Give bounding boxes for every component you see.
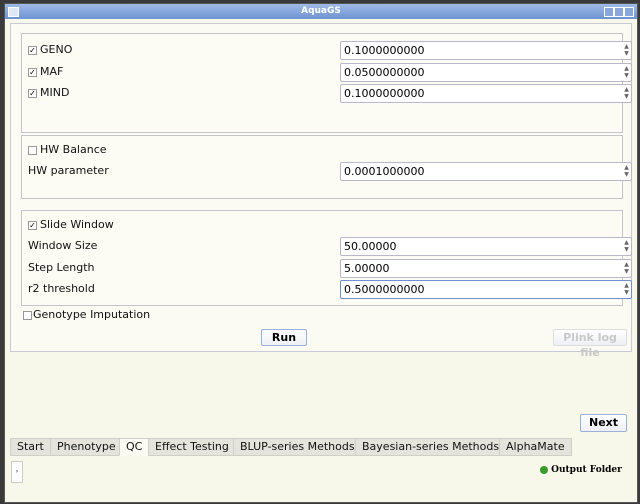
- green-arrow-icon: [540, 465, 548, 474]
- next-button[interactable]: Next: [580, 414, 627, 432]
- window-size-value: 50.00000: [344, 240, 397, 253]
- expand-panel-button[interactable]: ›: [11, 461, 23, 483]
- r2-threshold-spinbox[interactable]: 0.5000000000 ▲ ▼: [340, 280, 632, 299]
- genotype-imputation-label: Genotype Imputation: [33, 308, 151, 321]
- mind-spinbox[interactable]: 0.1000000000 ▲ ▼: [340, 84, 632, 103]
- genotype-imputation-checkbox[interactable]: [23, 311, 32, 320]
- hw-parameter-spinbox[interactable]: 0.0001000000 ▲ ▼: [340, 162, 632, 181]
- title-bar: AquaGS: [5, 4, 637, 19]
- tab-phenotype[interactable]: Phenotype: [50, 438, 123, 456]
- hw-parameter-value: 0.0001000000: [344, 165, 425, 178]
- close-button[interactable]: [624, 7, 634, 17]
- spin-arrows-icon[interactable]: ▲ ▼: [623, 43, 630, 58]
- plink-log-button[interactable]: Plink log file: [553, 329, 627, 359]
- window-size-spinbox[interactable]: 50.00000 ▲ ▼: [340, 237, 632, 256]
- r2-threshold-value: 0.5000000000: [344, 283, 425, 296]
- maf-value: 0.0500000000: [344, 66, 425, 79]
- filter-group: ✓ GENO 0.1000000000 ▲ ▼ ✓ MAF 0.0500000000…: [21, 33, 632, 133]
- mind-label: MIND: [40, 86, 70, 99]
- tab-alphamate[interactable]: AlphaMate: [499, 438, 572, 456]
- window-menu-icon[interactable]: [8, 7, 19, 17]
- output-folder-button[interactable]: Output Folder: [540, 465, 622, 475]
- mind-value: 0.1000000000: [344, 87, 425, 100]
- spin-arrows-icon[interactable]: ▲ ▼: [623, 282, 630, 297]
- geno-spinbox[interactable]: 0.1000000000 ▲ ▼: [340, 41, 632, 60]
- hw-parameter-label: HW parameter: [28, 164, 109, 177]
- geno-value: 0.1000000000: [344, 44, 425, 57]
- step-length-spinbox[interactable]: 5.00000 ▲ ▼: [340, 259, 632, 278]
- step-length-value: 5.00000: [344, 262, 390, 275]
- spin-arrows-icon[interactable]: ▲ ▼: [623, 86, 630, 101]
- spin-arrows-icon[interactable]: ▲ ▼: [623, 164, 630, 179]
- geno-checkbox[interactable]: ✓: [28, 46, 37, 55]
- tab-bayesian-series-methods[interactable]: Bayesian-series Methods: [355, 438, 507, 456]
- minimize-button[interactable]: [604, 7, 614, 17]
- tab-blup-series-methods[interactable]: BLUP-series Methods: [233, 438, 362, 456]
- hw-balance-checkbox[interactable]: [28, 146, 37, 155]
- maximize-button[interactable]: [614, 7, 624, 17]
- window-size-label: Window Size: [28, 239, 98, 252]
- mind-checkbox[interactable]: ✓: [28, 89, 37, 98]
- maf-label: MAF: [40, 65, 64, 78]
- slide-window-group: ✓ Slide Window Window Size 50.00000 ▲ ▼ St…: [21, 210, 632, 306]
- slide-window-checkbox[interactable]: ✓: [28, 221, 37, 230]
- main-window: AquaGS ✓ GENO 0.1000000000 ▲ ▼ ✓ MAF 0.050…: [4, 3, 638, 503]
- tab-start[interactable]: Start: [10, 438, 51, 456]
- tab-effect-testing[interactable]: Effect Testing: [148, 438, 236, 456]
- window-title: AquaGS: [301, 6, 341, 16]
- hw-balance-label: HW Balance: [40, 143, 107, 156]
- geno-label: GENO: [40, 43, 73, 56]
- maf-spinbox[interactable]: 0.0500000000 ▲ ▼: [340, 63, 632, 82]
- slide-window-label: Slide Window: [40, 218, 114, 231]
- run-button[interactable]: Run: [261, 329, 307, 346]
- tab-qc[interactable]: QC: [119, 438, 150, 456]
- r2-threshold-label: r2 threshold: [28, 282, 95, 295]
- output-folder-label: Output Folder: [551, 465, 622, 475]
- spin-arrows-icon[interactable]: ▲ ▼: [623, 239, 630, 254]
- hw-group: HW Balance HW parameter 0.0001000000 ▲ ▼: [21, 135, 632, 199]
- maf-checkbox[interactable]: ✓: [28, 68, 37, 77]
- spin-arrows-icon[interactable]: ▲ ▼: [623, 261, 630, 276]
- spin-arrows-icon[interactable]: ▲ ▼: [623, 65, 630, 80]
- step-length-label: Step Length: [28, 261, 95, 274]
- qc-panel: ✓ GENO 0.1000000000 ▲ ▼ ✓ MAF 0.0500000000…: [10, 23, 632, 359]
